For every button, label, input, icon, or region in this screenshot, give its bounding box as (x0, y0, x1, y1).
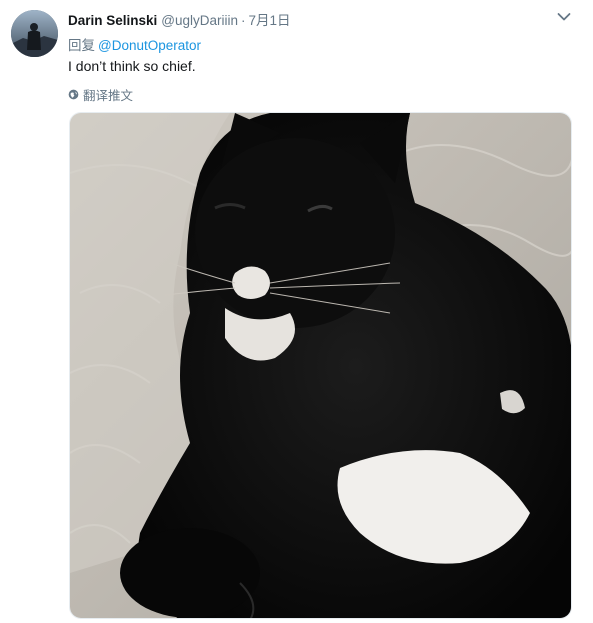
tweet-photo[interactable] (69, 112, 572, 619)
user-handle[interactable]: @uglyDariiin (161, 13, 238, 28)
tweet-header: Darin Selinski @uglyDariiin · 7月1日 (68, 9, 291, 28)
avatar[interactable] (11, 10, 58, 57)
tweet[interactable]: Darin Selinski @uglyDariiin · 7月1日 回复 @Donut… (0, 0, 593, 623)
translate-tweet-link[interactable]: 翻译推文 (68, 85, 133, 104)
display-name[interactable]: Darin Selinski (68, 13, 157, 28)
reply-prefix: 回复 (68, 38, 95, 53)
chevron-down-icon[interactable] (557, 12, 571, 22)
reply-context: 回复 @DonutOperator (68, 34, 201, 54)
separator-dot: · (241, 13, 246, 28)
translate-label: 翻译推文 (83, 89, 134, 103)
tweet-text: I don’t think so chief. (68, 58, 196, 74)
reply-mention-link[interactable]: @DonutOperator (98, 38, 201, 53)
globe-icon (68, 89, 79, 100)
tweet-date[interactable]: 7月1日 (249, 13, 291, 28)
cat-photo (70, 113, 571, 618)
